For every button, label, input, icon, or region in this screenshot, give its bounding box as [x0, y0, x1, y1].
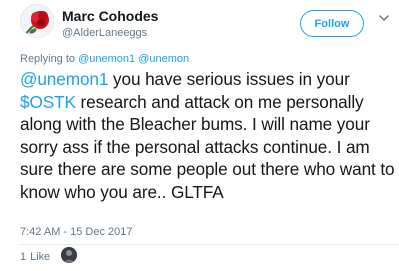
- tweet-text-part: you have serious issues in your: [108, 69, 350, 89]
- mention-link[interactable]: @unemon1: [20, 69, 108, 89]
- tweet-text-part: research and attack on me personally alo…: [20, 91, 395, 202]
- liker-avatar[interactable]: [61, 247, 77, 263]
- reply-handle-link[interactable]: @unemon: [138, 53, 189, 65]
- chevron-down-icon[interactable]: [377, 11, 391, 25]
- author-avatar[interactable]: [20, 4, 54, 38]
- replying-to-prefix: Replying to: [20, 53, 76, 65]
- cashtag-link[interactable]: $OSTK: [20, 92, 76, 112]
- tweet-timestamp[interactable]: 7:42 AM - 15 Dec 2017: [20, 225, 133, 239]
- like-label: Like: [30, 251, 51, 263]
- like-stats[interactable]: 1 Like: [20, 250, 50, 264]
- screen-name[interactable]: @AlderLaneeggs: [62, 26, 158, 40]
- flower-image: [21, 5, 53, 37]
- tweet-text: @unemon1 you have serious issues in your…: [20, 68, 398, 203]
- follow-button-label: Follow: [314, 17, 350, 30]
- follow-button[interactable]: Follow: [300, 10, 364, 37]
- divider: [20, 244, 399, 245]
- display-name[interactable]: Marc Cohodes: [62, 8, 158, 24]
- reply-handle-link[interactable]: @unemon1: [78, 53, 135, 65]
- author-names: Marc Cohodes @AlderLaneeggs: [62, 8, 158, 40]
- replying-to: Replying to @unemon1 @unemon: [20, 52, 189, 66]
- like-count: 1: [20, 251, 27, 263]
- tweet-card: Marc Cohodes @AlderLaneeggs Follow Reply…: [0, 0, 399, 271]
